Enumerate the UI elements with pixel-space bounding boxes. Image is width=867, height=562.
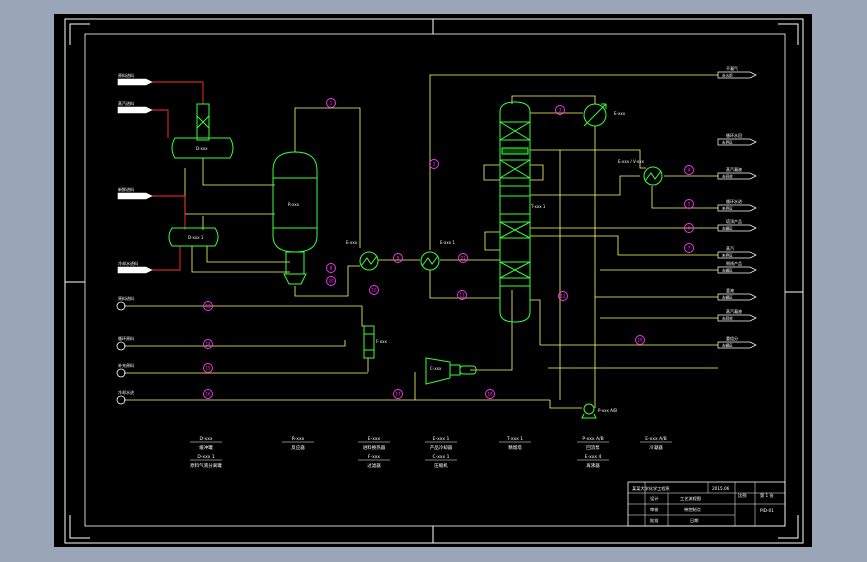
feed-label: 原料进料 [118, 295, 134, 301]
tag-number: 9 [397, 256, 400, 261]
stream-arrow [117, 266, 153, 274]
product-label: 塔顶产品 [726, 218, 742, 224]
tag-number: 13 [205, 304, 211, 309]
stream-label: 新鲜进料 [118, 186, 134, 192]
tag-number: 5 [688, 202, 691, 207]
compressor-tag: C-xxx [430, 366, 442, 371]
tag-number: 8 [330, 266, 333, 271]
reactor-tag: R-xxx [288, 202, 300, 207]
legend-desc: 缓冲罐 [199, 444, 213, 451]
tag-number: 18 [487, 392, 493, 397]
product-label: 釜液 [726, 287, 734, 293]
product-label: 不凝气 [726, 65, 738, 71]
tag-number: 10 [371, 288, 377, 293]
condenser-tag: E-xxx [614, 111, 626, 116]
exchanger-1-tag: E-xxx [346, 240, 358, 245]
filter-tag: F-xxx [376, 339, 387, 344]
tag-number: 2 [433, 162, 436, 167]
tag-number: 14 [205, 342, 211, 347]
legend-tag: E-xxx A/B [645, 436, 667, 442]
tag-number: 17 [395, 392, 401, 397]
legend-tag: R-xxx [292, 436, 305, 442]
exchanger-2-tag: E-xxx 1 [440, 240, 455, 245]
stream-arrow [117, 192, 153, 200]
stream-arrow [117, 78, 153, 86]
tag-number: 4 [688, 168, 691, 173]
drum-bottom-tag: D-xxx 1 [188, 235, 204, 240]
drawing-sheet [54, 14, 812, 547]
legend-tag-2: D-xxx 1 [197, 454, 215, 460]
title-approver: 批准 [650, 517, 658, 524]
drum-top-tag: D-xxx [196, 146, 208, 151]
title-drawing-no: PID-01 [760, 508, 774, 513]
column-tag: T-xxx 1 [530, 204, 546, 209]
product-tag: 来界区 [722, 254, 733, 258]
legend-tag: D-xxx [199, 436, 212, 442]
product-label: 循环水进 [726, 198, 742, 204]
title-sheet: 第 1 张 [760, 492, 775, 499]
legend-desc-2: 再沸器 [586, 462, 600, 469]
tag-number: 11 [459, 293, 465, 298]
product-tag: 来界区 [722, 207, 733, 211]
title-scale: 比例 [738, 492, 746, 499]
product-label: 循环水回 [726, 132, 742, 138]
legend-desc: 精馏塔 [508, 444, 522, 451]
tag-number: 12 [560, 294, 566, 299]
title-designer: 设计 [650, 495, 658, 502]
tag-number: 19 [637, 338, 643, 343]
product-label: 侧线产品 [726, 260, 742, 266]
tag-number: 15 [205, 366, 211, 371]
tag-number: 7 [688, 246, 691, 251]
product-tag: 去回收 [722, 316, 733, 321]
feed-label: 冷却水进 [118, 389, 134, 395]
legend-tag: E-xxx 1 [433, 436, 450, 442]
product-label: 蒸汽凝液 [726, 166, 742, 172]
legend-desc: 反应器 [291, 444, 305, 451]
feed-label: 循环原料 [118, 335, 134, 341]
feed-label: 补充原料 [118, 362, 134, 368]
tag-number: 3 [559, 108, 562, 113]
title-checker: 审核 [650, 506, 659, 513]
product-tag: 去罐区 [722, 295, 733, 300]
title-year: 2015.06 [712, 486, 730, 491]
product-tag: 去回收 [722, 174, 733, 179]
stream-arrow [117, 106, 153, 114]
title-subtitle: 带控制点 [684, 506, 701, 513]
tag-number: 20 [328, 279, 334, 284]
reboiler-tag: E-xxx / V-xxx [618, 159, 645, 164]
legend-tag: E-xxx [368, 436, 381, 442]
product-tag: 去罐区 [722, 343, 733, 348]
product-label: 重组分 [726, 335, 738, 341]
legend-tag: P-xxx A/B [582, 436, 603, 442]
legend-desc: 冷凝器 [649, 444, 663, 451]
legend-tag-2: F-xxx [368, 454, 381, 460]
tag-number: 1 [330, 101, 333, 106]
legend-desc-2: 压缩机 [434, 462, 448, 469]
stream-label: 冷却水进料 [118, 260, 138, 266]
pid-drawing: 原料进料蒸汽进料新鲜进料冷却水进料 原料进料循环原料补充原料冷却水进 去火炬不凝… [54, 14, 812, 547]
legend-desc-2: 过滤器 [367, 462, 381, 469]
legend-tag-2: C-xxx 1 [432, 454, 449, 460]
pump-tag: P-xxx A/B [598, 408, 617, 413]
title-drawing: 工艺流程图 [680, 495, 701, 502]
title-school: 某某大学化学工程系 [632, 485, 670, 492]
legend-desc: 产品冷却器 [430, 444, 453, 451]
legend-tag: T-xxx 1 [506, 436, 523, 442]
legend-tag-2: E-xxx 4 [585, 454, 602, 460]
product-label: 蒸汽凝液 [726, 308, 742, 314]
legend-desc: 进料换热器 [363, 444, 386, 451]
legend-desc-2: 原料气液分离罐 [190, 462, 222, 469]
stream-label: 原料进料 [118, 72, 134, 78]
product-tag: 去罐区 [722, 226, 733, 231]
tag-number: 21 [460, 256, 466, 261]
product-tag: 去火炬 [722, 73, 733, 78]
tag-number: 6 [688, 226, 691, 231]
tag-number: 16 [205, 392, 211, 397]
stream-label: 蒸汽进料 [118, 100, 134, 106]
product-tag: 去界区 [722, 140, 733, 145]
product-tag: 去罐区 [722, 268, 733, 273]
legend-desc: 回流泵 [586, 444, 600, 451]
product-label: 蒸汽 [726, 245, 734, 251]
